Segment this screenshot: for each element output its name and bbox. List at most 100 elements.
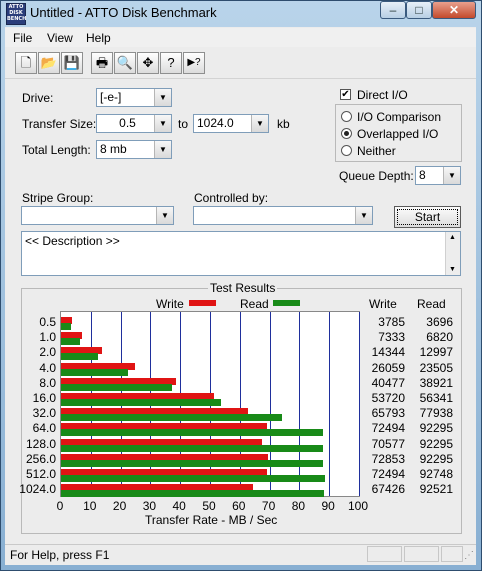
read-bar [61,368,128,376]
category-label: 64.0 [32,421,56,436]
x-tick-label: 100 [347,499,369,513]
stripe-group-label: Stripe Group: [22,191,94,205]
print-preview-icon[interactable]: 🔍 [114,52,136,74]
read-bar [61,353,98,361]
close-button[interactable]: ✕ [432,1,476,19]
category-label: 1.0 [39,330,56,345]
category-label: 8.0 [39,375,56,390]
x-axis-label: Transfer Rate - MB / Sec [145,513,278,527]
read-value: 3696 [426,315,453,329]
context-help-icon[interactable]: ▶? [183,52,205,74]
chevron-down-icon[interactable]: ▼ [154,115,171,132]
read-value: 12997 [419,345,453,360]
chevron-down-icon[interactable]: ▼ [154,89,171,106]
open-folder-icon[interactable]: 📂 [38,52,60,74]
status-text: For Help, press F1 [10,548,110,562]
write-value: 14344 [371,345,405,360]
print-icon[interactable]: 🖶 [91,52,113,74]
read-bar [61,399,222,406]
read-value: 77938 [419,406,453,421]
help-icon[interactable]: ? [160,52,182,74]
read-bar [61,414,283,422]
read-bar [61,338,81,346]
category-label: 32.0 [32,406,56,421]
grid-line [299,312,300,496]
chevron-down-icon[interactable]: ▼ [156,207,173,224]
write-column-header: Write [369,297,397,311]
status-panel [441,546,463,562]
direct-io-label: Direct I/O [357,88,408,102]
grid-line [329,312,330,496]
status-panel [367,546,402,562]
direct-io-checkbox[interactable]: ✔ [340,89,351,100]
new-document-icon[interactable]: 🗋 [15,52,37,74]
scroll-down-icon[interactable]: ▼ [449,266,456,273]
read-bar [61,383,172,391]
move-icon[interactable]: ✥ [137,52,159,74]
description-scrollbar[interactable]: ▲ ▼ [445,232,460,275]
save-icon[interactable]: 💾 [61,52,83,74]
transfer-from-select[interactable]: 0.5 ▼ [96,114,172,133]
status-panel [404,546,439,562]
transfer-to-label: to [178,117,189,131]
x-tick-label: 20 [112,499,127,513]
queue-depth-value: 8 [419,168,426,182]
queue-depth-label: Queue Depth: [339,169,414,183]
read-bar [61,490,324,498]
queue-depth-select[interactable]: 8 ▼ [415,166,461,185]
menu-file[interactable]: File [13,31,32,45]
menu-view[interactable]: View [47,31,73,45]
chevron-down-icon[interactable]: ▼ [154,141,171,158]
io-comparison-radio[interactable] [341,111,352,122]
read-value: 92295 [419,451,453,466]
write-value: 40477 [371,375,405,390]
legend-read-label: Read [240,297,269,311]
read-value: 92295 [419,436,453,451]
neither-radio[interactable] [341,145,352,156]
read-value: 6820 [426,330,453,345]
write-value: 3785 [378,315,405,329]
read-value: 92748 [419,467,453,481]
total-length-select[interactable]: 8 mb ▼ [96,140,172,159]
category-label: 0.5 [39,315,56,329]
transfer-unit-label: kb [277,117,290,131]
write-value: 26059 [371,360,405,375]
read-value: 56341 [419,391,453,405]
write-value: 53720 [371,391,405,405]
category-label: 128.0 [25,436,56,451]
legend-write-swatch [189,300,216,306]
title-bar[interactable]: ATTO DISK BENCH Untitled - ATTO Disk Ben… [0,0,480,27]
read-column-header: Read [417,297,446,311]
total-length-value: 8 mb [100,142,127,156]
read-bar [61,323,72,330]
description-field[interactable]: << Description >> ▲ ▼ [21,231,461,276]
read-value: 38921 [419,375,453,390]
stripe-group-select[interactable]: ▼ [21,206,174,225]
overlapped-io-radio[interactable] [341,128,352,139]
controlled-by-select[interactable]: ▼ [193,206,373,225]
maximize-button[interactable]: □ [406,1,432,19]
menu-help[interactable]: Help [86,31,111,45]
category-label: 256.0 [25,451,56,466]
chevron-down-icon[interactable]: ▼ [251,115,268,132]
x-tick-label: 90 [321,499,335,513]
drive-select[interactable]: [-e-] ▼ [96,88,172,107]
chevron-down-icon[interactable]: ▼ [355,207,372,224]
io-comparison-label: I/O Comparison [357,110,442,124]
start-button[interactable]: Start [394,206,461,228]
drive-value: [-e-] [100,90,122,104]
x-tick-label: 10 [83,499,97,513]
read-bar [61,459,324,467]
resize-grip-icon[interactable]: ⋰ [464,550,474,561]
chevron-down-icon[interactable]: ▼ [443,167,460,184]
category-label: 2.0 [39,345,56,360]
read-bar [61,429,324,437]
read-bar [61,475,325,482]
category-label: 4.0 [39,360,56,375]
minimize-button[interactable]: – [380,1,406,19]
read-value: 92295 [419,421,453,436]
scroll-up-icon[interactable]: ▲ [449,234,456,241]
menu-bar [5,28,476,47]
transfer-to-select[interactable]: 1024.0 ▼ [193,114,269,133]
transfer-to-value: 1024.0 [197,116,234,130]
